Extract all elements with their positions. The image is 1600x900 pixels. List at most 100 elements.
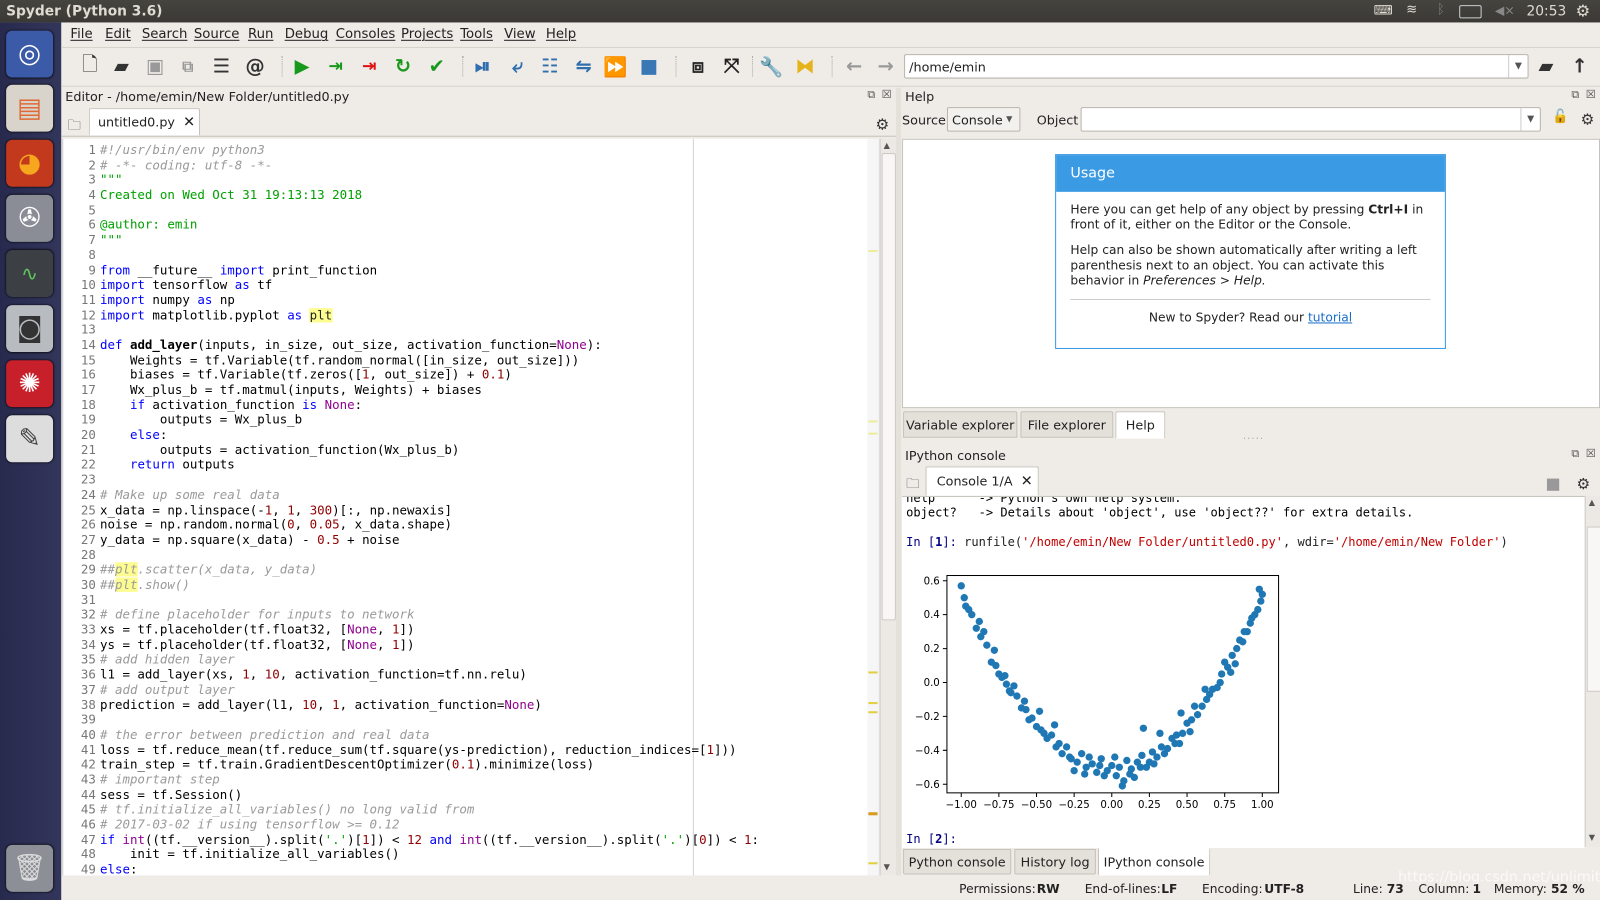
- code-line[interactable]: 31: [63, 593, 100, 608]
- code-line[interactable]: 48 init = tf.initialize_all_variables(): [63, 847, 400, 862]
- code-line[interactable]: 14 def add_layer(inputs, in_size, out_siz…: [63, 338, 602, 353]
- code-line[interactable]: 42 train_step = tf.train.GradientDescentO…: [63, 757, 594, 772]
- firefox-icon[interactable]: ◕: [6, 139, 54, 187]
- undock-icon[interactable]: ⧉: [867, 88, 875, 102]
- fullscreen-icon[interactable]: ⤧: [718, 53, 745, 80]
- step-into-icon[interactable]: ☷: [537, 53, 564, 80]
- code-line[interactable]: 28: [63, 548, 100, 563]
- battery-icon[interactable]: [1459, 5, 1482, 19]
- system-settings-icon[interactable]: ✇: [6, 194, 54, 242]
- code-line[interactable]: 34 ys = tf.placeholder(tf.float32, [None,…: [63, 638, 415, 653]
- text-editor-icon[interactable]: ✎: [6, 415, 54, 463]
- editor-scrollbar[interactable]: ▲ ▼: [879, 138, 896, 876]
- tab-ipython-console[interactable]: IPython console: [1097, 847, 1211, 876]
- warning-flag[interactable]: [868, 432, 878, 435]
- python-path-icon[interactable]: ⧓: [792, 53, 819, 80]
- undock-icon[interactable]: ⧉: [1571, 88, 1579, 102]
- code-line[interactable]: 45 # tf.initialize_all_variables() no lon…: [63, 802, 474, 817]
- new-file-icon[interactable]: 🗋: [77, 53, 104, 80]
- code-line[interactable]: 2 # -*- coding: utf-8 -*-: [63, 158, 272, 173]
- code-line[interactable]: 24 # Make up some real data: [63, 488, 280, 503]
- code-line[interactable]: 11 import numpy as np: [63, 293, 235, 308]
- code-line[interactable]: 35 # add hidden layer: [63, 653, 235, 668]
- code-line[interactable]: 39: [63, 712, 100, 727]
- code-line[interactable]: 26 noise = np.random.normal(0, 0.05, x_da…: [63, 518, 452, 533]
- code-line[interactable]: 6 @author: emin: [63, 218, 197, 233]
- object-input[interactable]: ▼: [1080, 107, 1541, 132]
- code-editor[interactable]: 1 #!/usr/bin/env python3 2 # -*- coding: ut…: [62, 138, 869, 876]
- code-line[interactable]: 40 # the error between prediction and rea…: [63, 727, 430, 742]
- code-line[interactable]: 7 """: [63, 233, 122, 248]
- console-tab[interactable]: Console 1/A ✕: [925, 466, 1039, 496]
- code-line[interactable]: 3 """: [63, 173, 122, 188]
- settings-gear-icon[interactable]: ⚙: [1576, 1, 1591, 20]
- warning-flag[interactable]: [868, 812, 878, 816]
- warning-flag[interactable]: [868, 671, 878, 674]
- tab-history-log[interactable]: History log: [1014, 848, 1096, 875]
- code-line[interactable]: 32 # define placeholder for inputs to net…: [63, 608, 415, 623]
- console-input-2[interactable]: In [2]:: [906, 832, 957, 847]
- code-line[interactable]: 30 ##plt.show(): [63, 577, 190, 593]
- keyboard-icon[interactable]: ⌨: [1373, 3, 1392, 18]
- close-tab-icon[interactable]: ✕: [183, 114, 195, 130]
- undock-icon[interactable]: ⧉: [1571, 447, 1579, 461]
- code-line[interactable]: 8: [63, 248, 100, 263]
- options-gear-icon[interactable]: ⚙: [876, 115, 890, 133]
- menu-tools[interactable]: Tools: [460, 27, 493, 42]
- stop-debug-icon[interactable]: ■: [636, 53, 663, 80]
- menu-search[interactable]: Search: [142, 27, 188, 42]
- code-line[interactable]: 46 # 2017-03-02 if using tensorflow >= 0.…: [63, 817, 400, 832]
- trash-icon[interactable]: 🗑: [6, 844, 54, 892]
- close-pane-icon[interactable]: ☒: [1586, 88, 1596, 101]
- scroll-up-icon[interactable]: ▲: [1589, 498, 1595, 507]
- code-line[interactable]: 5: [63, 203, 100, 218]
- code-line[interactable]: 43 # important step: [63, 772, 220, 787]
- step-icon[interactable]: ⤶: [504, 53, 531, 80]
- close-pane-icon[interactable]: ☒: [882, 88, 892, 101]
- scrollbar-thumb[interactable]: [1586, 526, 1600, 692]
- run-cell-advance-icon[interactable]: ⇥: [356, 53, 383, 80]
- ubuntu-dash-icon[interactable]: ◎: [6, 30, 54, 78]
- code-line[interactable]: 9 from __future__ import print_function: [63, 263, 377, 278]
- system-monitor-icon[interactable]: ∿: [6, 249, 54, 297]
- menu-debug[interactable]: Debug: [285, 27, 329, 42]
- tab-file-explorer[interactable]: File explorer: [1020, 411, 1114, 438]
- maximize-pane-icon[interactable]: ⧈: [685, 53, 712, 80]
- tab-help[interactable]: Help: [1115, 411, 1166, 439]
- code-line[interactable]: 15 Weights = tf.Variable(tf.random_norma…: [63, 353, 579, 368]
- code-line[interactable]: 16 biases = tf.Variable(tf.zeros([1, out…: [63, 368, 512, 383]
- scroll-up-icon[interactable]: ▲: [884, 141, 890, 150]
- rerun-icon[interactable]: ↻: [390, 53, 417, 80]
- warning-flag[interactable]: [868, 711, 878, 714]
- code-line[interactable]: 49 else:: [63, 862, 138, 875]
- close-tab-icon[interactable]: ✕: [1021, 473, 1033, 489]
- working-directory-path[interactable]: /home/emin: [909, 59, 986, 74]
- chevron-down-icon[interactable]: ▼: [1520, 108, 1539, 131]
- back-arrow-icon[interactable]: ←: [841, 53, 868, 80]
- warning-flag[interactable]: [868, 420, 878, 423]
- close-pane-icon[interactable]: ☒: [1586, 447, 1596, 460]
- code-line[interactable]: 37 # add output layer: [63, 682, 235, 697]
- menu-source[interactable]: Source: [194, 27, 240, 42]
- at-icon[interactable]: @: [242, 53, 269, 80]
- code-line[interactable]: 17 Wx_plus_b = tf.matmul(inputs, Weights…: [63, 383, 482, 398]
- working-directory-combo[interactable]: /home/emin ▼: [904, 54, 1529, 79]
- wifi-icon[interactable]: ≋: [1406, 2, 1417, 17]
- scroll-down-icon[interactable]: ▼: [884, 862, 890, 871]
- preferences-wrench-icon[interactable]: 🔧: [758, 53, 785, 80]
- spyder-icon[interactable]: ✺: [6, 360, 54, 408]
- code-line[interactable]: 21 outputs = activation_function(Wx_plus…: [63, 443, 459, 458]
- menu-help[interactable]: Help: [546, 27, 576, 42]
- code-line[interactable]: 23: [63, 473, 100, 488]
- code-line[interactable]: 19 outputs = Wx_plus_b: [63, 413, 302, 428]
- unlock-icon[interactable]: 🔓: [1552, 109, 1569, 124]
- console-output[interactable]: help -> Python's own help system. object…: [902, 495, 1585, 848]
- code-line[interactable]: 38 prediction = add_layer(l1, 10, 1, acti…: [63, 697, 542, 712]
- code-line[interactable]: 20 else:: [63, 428, 167, 443]
- code-line[interactable]: 25 x_data = np.linspace(-1, 1, 300)[:, np…: [63, 503, 452, 518]
- pane-splitter[interactable]: [895, 87, 902, 876]
- menu-projects[interactable]: Projects: [401, 27, 453, 42]
- code-line[interactable]: 4 Created on Wed Oct 31 19:13:13 2018: [63, 188, 362, 203]
- console-scrollbar[interactable]: ▲ ▼: [1584, 495, 1600, 847]
- continue-icon[interactable]: ⏩: [602, 53, 629, 80]
